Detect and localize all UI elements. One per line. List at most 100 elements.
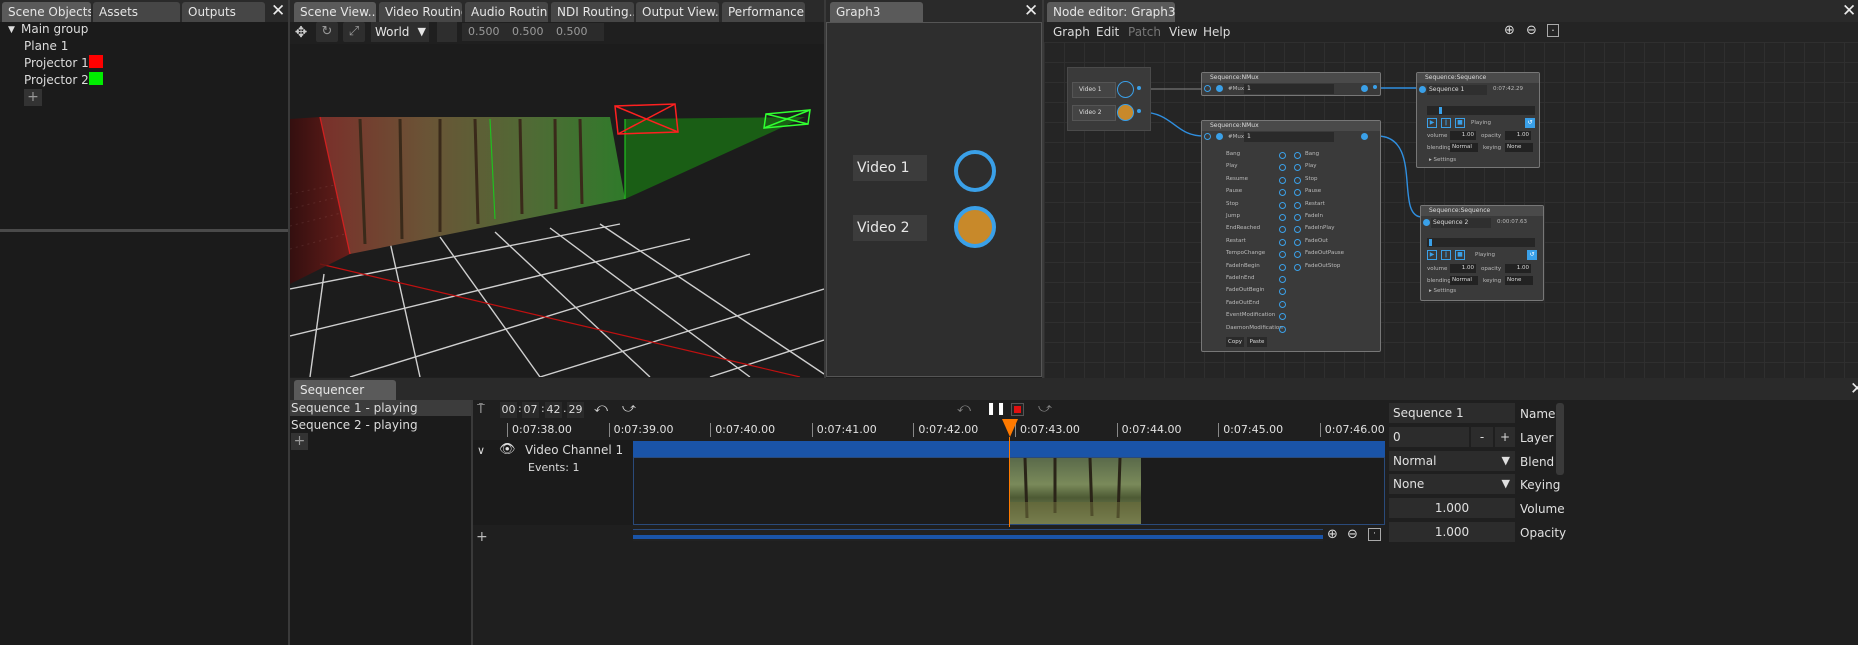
pin-icon[interactable] <box>1279 288 1286 296</box>
ne-loop-icon[interactable]: ↺ <box>1527 250 1537 260</box>
ne-stop-icon[interactable]: ■ <box>1455 118 1465 128</box>
ne-pause-icon[interactable]: ∥ <box>1441 250 1451 260</box>
pin-icon[interactable] <box>1361 133 1368 140</box>
channel-collapse-icon[interactable]: ∨ <box>477 444 485 457</box>
tab-output-view[interactable]: Output View... <box>636 2 719 22</box>
move-icon[interactable]: ✥ <box>292 23 310 41</box>
rotate-icon[interactable]: ↻ <box>316 22 338 42</box>
menu-view[interactable]: View <box>1169 25 1197 39</box>
projector-2-color-swatch[interactable] <box>89 72 103 85</box>
rewind-icon[interactable]: ⤺ <box>957 401 971 416</box>
pin-icon[interactable] <box>1279 313 1286 321</box>
add-object-button[interactable]: + <box>24 89 42 106</box>
pin-icon[interactable] <box>1279 201 1286 209</box>
ne-settings-toggle[interactable]: ▸ Settings <box>1429 288 1456 294</box>
tree-group-main[interactable]: Main group <box>21 22 88 36</box>
pin-icon[interactable] <box>1279 300 1286 308</box>
loop-forward-icon[interactable]: ⤻ <box>622 401 636 416</box>
pin-icon[interactable] <box>1279 164 1286 172</box>
zoom-fit-icon[interactable]: · <box>1547 24 1559 37</box>
tab-ndi-routing[interactable]: NDI Routing... <box>551 2 634 22</box>
prop-keying-select[interactable]: None ▼ <box>1389 474 1515 494</box>
timeline-zoom-out-icon[interactable]: ⊖ <box>1347 527 1358 542</box>
pin-icon[interactable] <box>1294 189 1301 197</box>
ne-mux-field[interactable]: 1 <box>1244 132 1334 142</box>
timecode-minutes[interactable]: 07 <box>522 402 539 418</box>
tree-item-projector-1[interactable]: Projector 1 <box>24 56 89 70</box>
event-clip[interactable] <box>1010 458 1141 524</box>
pin-icon[interactable] <box>1216 85 1223 92</box>
prop-layer-minus-button[interactable]: - <box>1471 427 1493 447</box>
ne-play-icon[interactable]: ▶ <box>1427 118 1437 128</box>
tab-performance[interactable]: Performance O... <box>722 2 805 22</box>
prop-opacity-slider[interactable]: 1.000 <box>1389 522 1515 542</box>
pin-icon[interactable] <box>1294 238 1301 246</box>
marker-icon[interactable]: ⍑ <box>477 402 485 417</box>
add-sequence-button[interactable]: + <box>291 433 308 450</box>
scene-viewport[interactable] <box>290 44 824 377</box>
pin-icon[interactable] <box>1279 214 1286 221</box>
pin-icon[interactable] <box>1204 133 1211 140</box>
channel-visibility-icon[interactable]: 👁 <box>499 442 516 457</box>
ne-mux-field[interactable]: 1 <box>1244 84 1334 94</box>
ne-volume-field[interactable]: 1.00 <box>1450 264 1476 273</box>
menu-graph[interactable]: Graph <box>1053 25 1090 39</box>
timecode-seconds[interactable]: 42 <box>545 402 562 418</box>
ne-loop-icon[interactable]: ↺ <box>1525 118 1535 128</box>
menu-help[interactable]: Help <box>1203 25 1230 39</box>
pin-icon[interactable] <box>1279 176 1286 184</box>
zoom-in-icon[interactable]: ⊕ <box>1504 23 1515 38</box>
tab-sequencer[interactable]: Sequencer <box>294 380 396 400</box>
ne-blending-select[interactable]: Normal <box>1450 143 1478 152</box>
pin-icon[interactable] <box>1279 263 1286 271</box>
ne-sequence-node-1[interactable]: Sequence:Sequence Sequence 1 0:07:42.29 … <box>1416 72 1540 168</box>
space-select[interactable]: World ▼ <box>371 22 429 42</box>
forward-icon[interactable]: ⤻ <box>1038 401 1052 416</box>
pin-icon[interactable] <box>1216 133 1223 140</box>
tab-audio-routing[interactable]: Audio Routing... <box>465 2 548 22</box>
ne-input-node[interactable]: Video 1 Video 2 <box>1067 67 1151 131</box>
timeline-zoom-in-icon[interactable]: ⊕ <box>1327 527 1338 542</box>
ne-video-2-toggle-icon[interactable] <box>1117 104 1134 121</box>
pin-icon[interactable] <box>1294 214 1301 221</box>
sequence-item-2[interactable]: Sequence 2 - playing <box>290 417 471 433</box>
pin-icon[interactable] <box>1204 85 1211 92</box>
ne-mux-node-1[interactable]: Sequence:NMux #Mux 1 <box>1201 72 1381 96</box>
pin-icon[interactable] <box>1279 189 1286 197</box>
ne-volume-field[interactable]: 1.00 <box>1450 131 1476 140</box>
pin-icon[interactable] <box>1137 109 1141 113</box>
pin-icon[interactable] <box>1294 164 1301 172</box>
pause-icon[interactable]: ❚❚ <box>986 401 1006 415</box>
pin-icon[interactable] <box>1373 85 1377 89</box>
ne-opacity-field[interactable]: 1.00 <box>1505 131 1531 140</box>
prop-layer-plus-button[interactable]: + <box>1495 427 1515 447</box>
pin-icon[interactable] <box>1279 251 1286 259</box>
ne-mux-node-2[interactable]: Sequence:NMux #Mux 1 Bang Play Resume Pause… <box>1201 120 1381 352</box>
prop-layer-input[interactable]: 0 <box>1389 427 1469 447</box>
ne-paste-button[interactable]: Paste <box>1247 337 1267 347</box>
sequence-item-1[interactable]: Sequence 1 - playing <box>290 400 471 416</box>
pin-icon[interactable] <box>1279 238 1286 246</box>
pin-icon[interactable] <box>1279 152 1286 159</box>
close-icon[interactable]: ✕ <box>271 2 285 20</box>
scale-icon[interactable]: ⤢ <box>343 22 365 42</box>
pin-icon[interactable] <box>1279 276 1286 283</box>
value-z-input[interactable]: 0.500 <box>550 23 604 41</box>
ne-play-icon[interactable]: ▶ <box>1427 250 1437 260</box>
timecode-frames[interactable]: 29 <box>567 402 584 418</box>
pin-icon[interactable] <box>1294 226 1301 234</box>
tree-item-projector-2[interactable]: Projector 2 <box>24 73 89 87</box>
tab-scene-objects[interactable]: Scene Objects... <box>2 2 91 22</box>
ne-close-icon[interactable]: ✕ <box>1842 2 1856 20</box>
pin-icon[interactable] <box>1294 263 1301 271</box>
video-1-toggle[interactable] <box>954 150 996 192</box>
tab-scene-view[interactable]: Scene View... <box>294 2 376 22</box>
ne-sequence-node-2[interactable]: Sequence:Sequence Sequence 2 0:00:07.63 … <box>1420 205 1544 301</box>
loop-back-icon[interactable]: ⤺ <box>594 401 608 416</box>
timeline-fit-icon[interactable]: · <box>1368 528 1381 541</box>
pin-icon[interactable] <box>1423 219 1430 226</box>
pin-icon[interactable] <box>1279 325 1286 333</box>
playhead-marker[interactable] <box>1002 419 1018 437</box>
ne-keying-select[interactable]: None <box>1505 276 1533 285</box>
add-channel-button[interactable]: + <box>476 529 488 545</box>
